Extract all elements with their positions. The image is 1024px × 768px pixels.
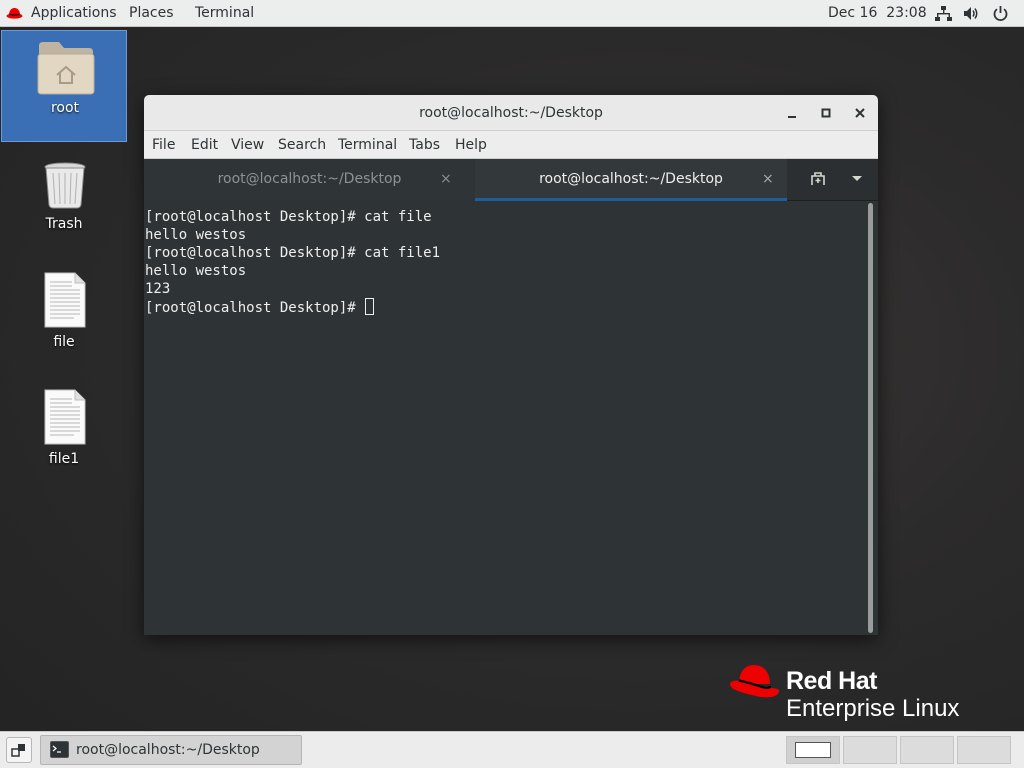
desktop-icon-file1[interactable]: file1 [1,381,127,481]
desktop-icon-label: file1 [48,451,80,467]
scrollbar-thumb[interactable] [868,203,873,633]
desktop-icon-label: file [53,334,75,350]
redhat-hat-icon [6,8,23,19]
terminal-prompt-line: [root@localhost Desktop]# [145,298,375,316]
workspace-2[interactable] [843,736,897,764]
power-icon[interactable] [992,5,1009,22]
terminal-scrollbar[interactable] [866,203,875,633]
applications-menu[interactable]: Applications [31,0,117,27]
terminal-cursor [365,298,375,315]
workspace-1[interactable] [786,736,840,764]
brand-name: Red Hat [786,667,877,695]
terminal-app-menu[interactable]: Terminal [195,0,254,27]
menu-help[interactable]: Help [455,131,487,159]
places-menu[interactable]: Places [129,0,174,27]
terminal-line: 123 [145,281,171,297]
menu-search[interactable]: Search [278,131,326,159]
desktop-icon-label: Trash [45,216,83,232]
maximize-button[interactable] [816,103,836,123]
trash-icon [44,162,86,209]
volume-icon[interactable] [963,5,980,22]
window-title: root@localhost:~/Desktop [419,105,603,121]
top-bar: Applications Places Terminal Dec 16 23:0… [0,0,1024,27]
terminal-line: [root@localhost Desktop]# cat file1 [145,245,441,261]
new-tab-icon [811,172,825,185]
clock[interactable]: Dec 16 23:08 [828,0,927,27]
home-folder-icon [37,42,95,95]
menu-view[interactable]: View [231,131,264,159]
terminal-line: hello westos [145,227,247,243]
redhat-logo-icon [730,665,779,698]
taskbar-item-terminal[interactable]: root@localhost:~/Desktop [40,735,302,765]
tab-close-icon[interactable]: × [440,159,452,199]
tab-list-button[interactable] [844,159,870,201]
show-desktop-button[interactable] [6,737,32,763]
menu-bar: File Edit View Search Terminal Tabs Help [144,131,878,159]
taskbar-item-label: root@localhost:~/Desktop [76,742,260,758]
close-icon [855,108,865,118]
show-desktop-icon [11,744,25,757]
terminal-window: root@localhost:~/Desktop File Edit View … [144,95,878,635]
menu-edit[interactable]: Edit [191,131,218,159]
desktop-icon-file[interactable]: file [1,264,127,364]
window-titlebar[interactable]: root@localhost:~/Desktop [144,95,878,131]
close-button[interactable] [850,103,870,123]
minimize-button[interactable] [782,103,802,123]
network-icon[interactable] [935,5,952,22]
tab-close-icon[interactable]: × [762,159,774,199]
tab-2[interactable]: root@localhost:~/Desktop × [475,159,787,201]
desktop-icon-trash[interactable]: Trash [1,147,127,247]
terminal-prompt: [root@localhost Desktop]# [145,300,365,316]
workspace-window-preview [795,742,831,758]
maximize-icon [821,108,831,118]
document-icon [44,272,86,328]
tab-bar: root@localhost:~/Desktop × root@localhos… [144,159,878,201]
brand-product: Enterprise Linux [786,695,960,722]
chevron-down-icon [852,176,862,181]
workspace-3[interactable] [900,736,954,764]
menu-file[interactable]: File [152,131,175,159]
tab-label: root@localhost:~/Desktop [217,171,402,187]
tab-label: root@localhost:~/Desktop [539,171,723,187]
bottom-panel: root@localhost:~/Desktop [0,731,1024,768]
terminal-icon [50,741,69,758]
tab-1[interactable]: root@localhost:~/Desktop × [144,159,475,201]
menu-tabs[interactable]: Tabs [409,131,440,159]
document-icon [44,389,86,445]
desktop-icon-label: root [50,100,80,116]
terminal-line: hello westos [145,263,247,279]
desktop-icon-root[interactable]: root [1,30,127,142]
terminal-output[interactable]: [root@localhost Desktop]# cat file hello… [144,201,864,635]
new-tab-button[interactable] [804,159,832,201]
menu-terminal[interactable]: Terminal [338,131,397,159]
workspace-4[interactable] [957,736,1011,764]
terminal-line: [root@localhost Desktop]# cat file [145,209,432,225]
minimize-icon [788,116,796,118]
